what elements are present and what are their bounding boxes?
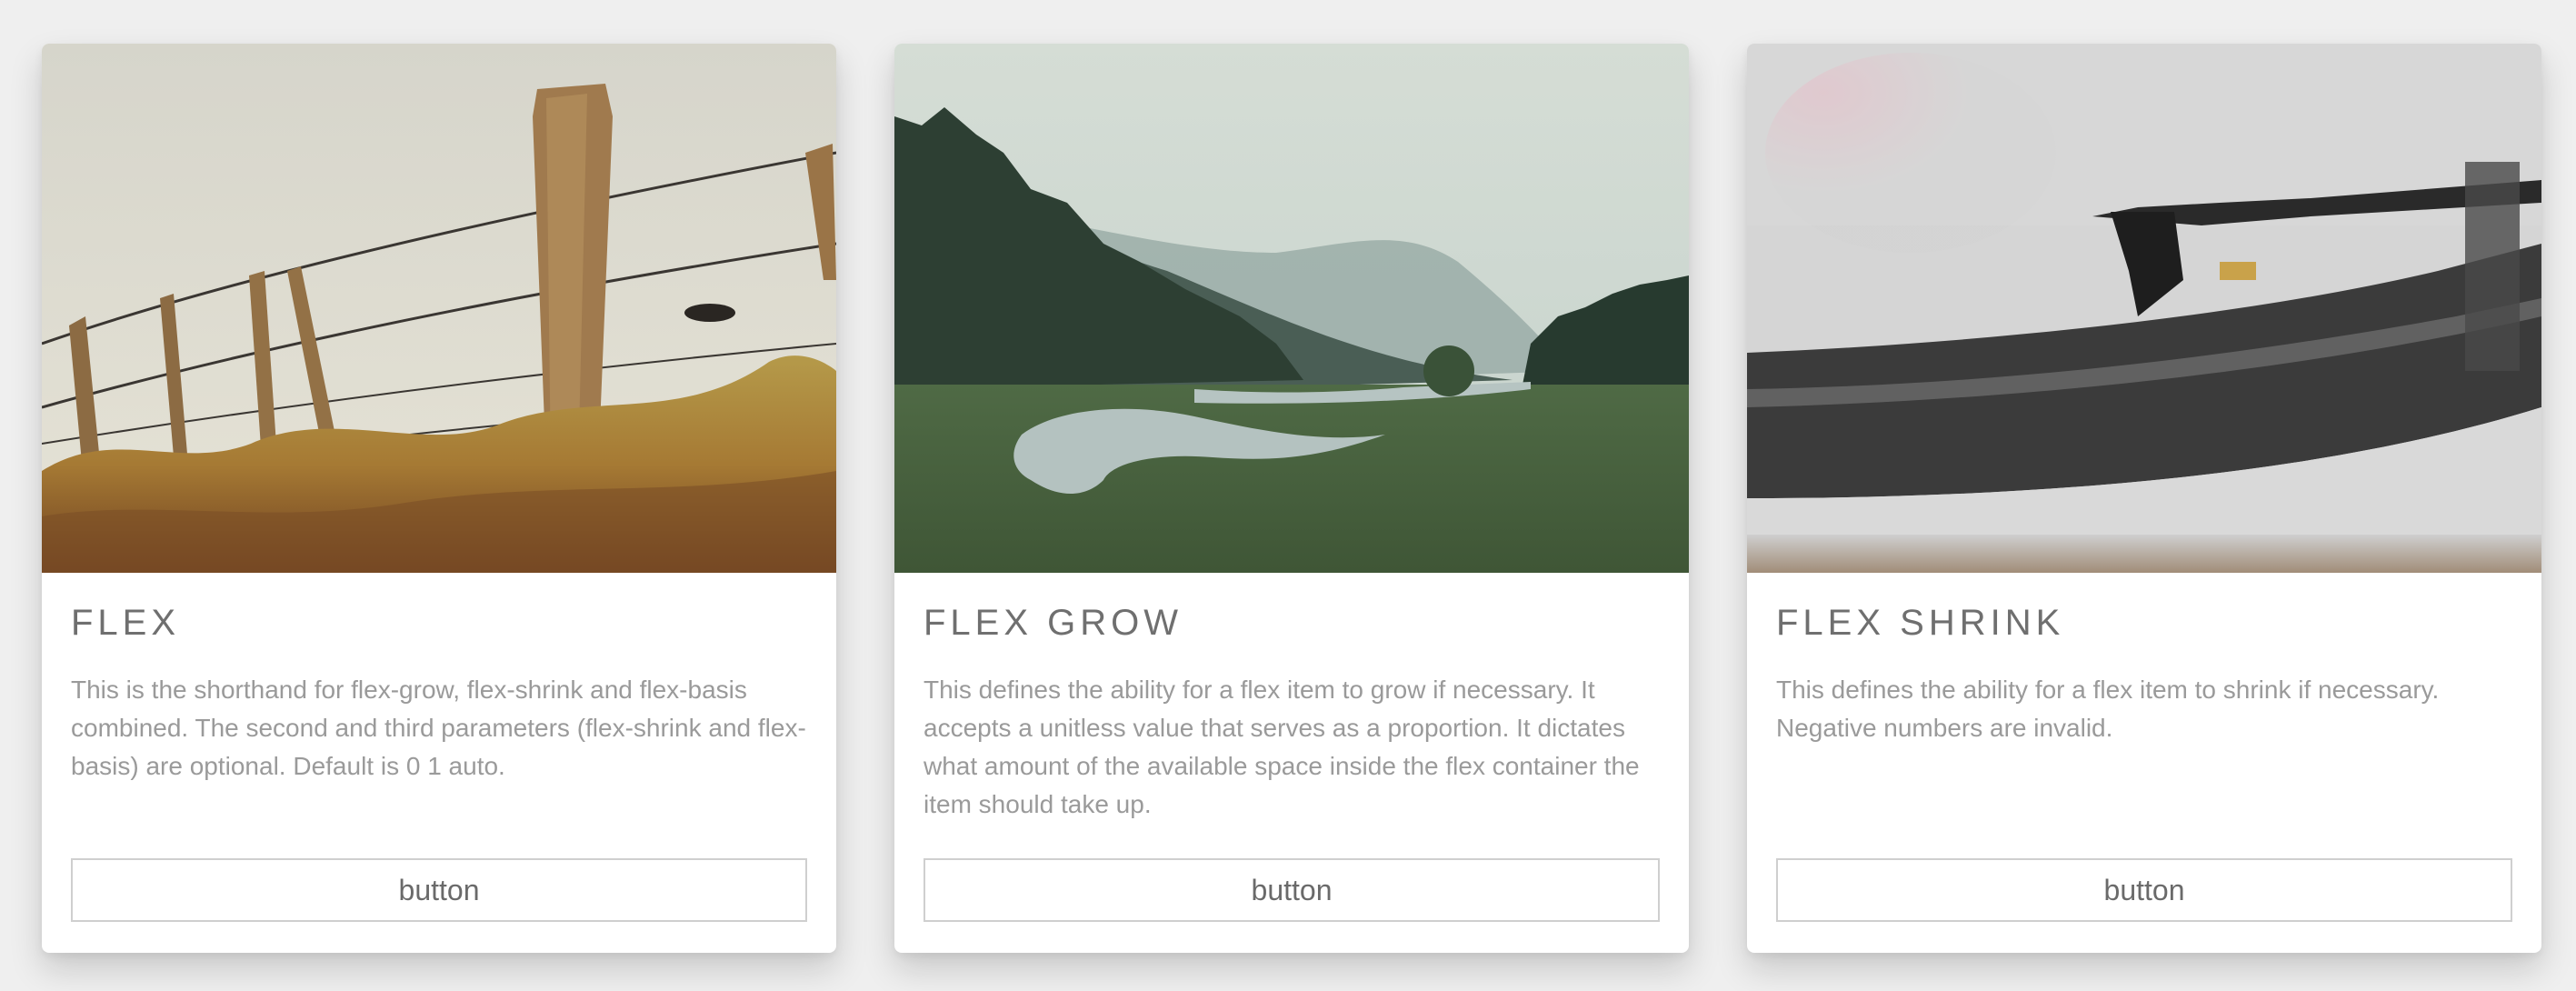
card-title: FLEX GROW: [924, 603, 1183, 643]
card-description: This defines the ability for a flex item…: [924, 676, 1640, 818]
card-flex: FLEX This is the shorthand for flex-grow…: [42, 44, 836, 953]
card-flex-grow: FLEX GROW This defines the ability for a…: [894, 44, 1689, 953]
card-title: FLEX SHRINK: [1776, 603, 2065, 643]
fence-photo: [42, 44, 836, 573]
card-flex-shrink: FLEX SHRINK This defines the ability for…: [1747, 44, 2541, 953]
card-description: This is the shorthand for flex-grow, fle…: [71, 676, 806, 780]
card-list: FLEX This is the shorthand for flex-grow…: [42, 44, 2541, 953]
card-button[interactable]: button: [71, 858, 807, 922]
river-landscape-photo: [894, 44, 1689, 573]
card-button[interactable]: button: [1776, 858, 2512, 922]
turntable-photo: [1747, 44, 2541, 573]
card-description: This defines the ability for a flex item…: [1776, 676, 2440, 742]
card-title: FLEX: [71, 603, 181, 643]
card-button[interactable]: button: [924, 858, 1660, 922]
